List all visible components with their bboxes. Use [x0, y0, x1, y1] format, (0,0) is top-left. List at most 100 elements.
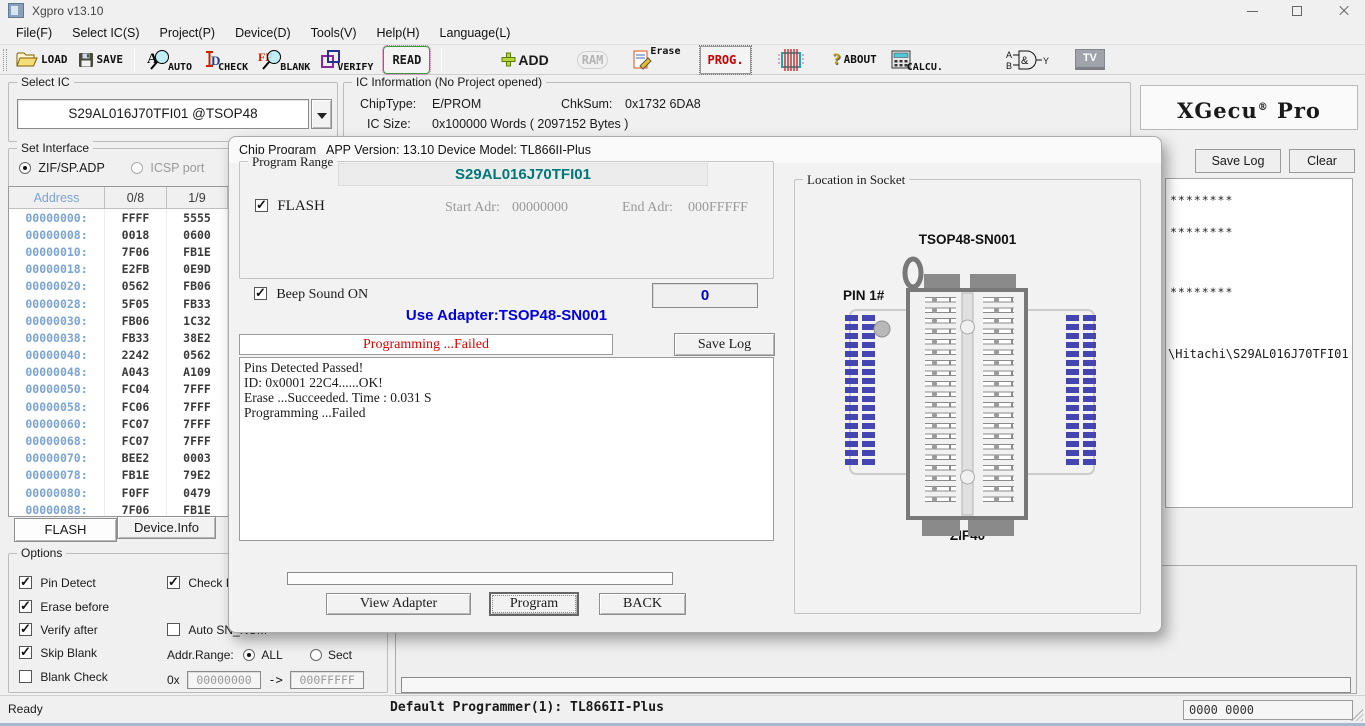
check-id-checkbox[interactable]: Check I: [167, 576, 229, 590]
floppy-icon: [78, 52, 94, 68]
zif-radio[interactable]: ZIF/SP.ADP: [19, 161, 105, 175]
table-header: Address 0/8 1/9: [9, 187, 228, 209]
range-row: 0x 00000000 -> 000FFFFF: [167, 671, 364, 689]
ic-info-legend: IC Information (No Project opened): [352, 75, 546, 89]
logo-brand: XGecu: [1177, 98, 1258, 123]
dialog-subtitle: APP Version: 13.10 Device Model: TL866II…: [326, 143, 591, 157]
tab-device-info[interactable]: Device.Info: [117, 516, 216, 539]
check-id-label: Check I: [188, 576, 229, 590]
blank-button[interactable]: FF BLANK: [258, 46, 310, 74]
erase-button[interactable]: Erase: [632, 46, 680, 74]
program-button[interactable]: Program: [489, 592, 579, 616]
dialog-log-box[interactable]: Pins Detected Passed! ID: 0x0001 22C4...…: [239, 357, 774, 541]
table-row: 00000078:FB1E79E2: [9, 467, 228, 484]
verify-label: VERIFY: [337, 62, 373, 73]
prog-button[interactable]: PROG.: [700, 46, 750, 74]
ic-select-combobox[interactable]: S29AL016J70TFI01 @TSOP48: [17, 99, 309, 129]
table-row: 00000008:00180600: [9, 226, 228, 243]
menu-tools[interactable]: Tools(V): [301, 23, 367, 43]
about-button[interactable]: ? ABOUT: [833, 46, 877, 74]
table-row: 00000050:FC047FFF: [9, 381, 228, 398]
blank-check-checkbox[interactable]: Blank Check: [19, 670, 108, 684]
check-button[interactable]: D CHECK: [202, 46, 248, 74]
menu-file[interactable]: File(F): [6, 23, 62, 43]
radio-icon: [131, 162, 143, 174]
flash-checkbox[interactable]: FLASH: [255, 198, 325, 215]
menu-language[interactable]: Language(L): [430, 23, 521, 43]
status-ready: Ready: [8, 702, 43, 716]
chip-name-banner: S29AL016J70TFI01: [338, 163, 708, 186]
status-bar: Ready Default Programmer(1): TL866II-Plu…: [0, 695, 1365, 723]
menu-device[interactable]: Device(D): [225, 23, 301, 43]
toolbar: LOAD SAVE A AUTO D CHECK FF BLANK VERIFY…: [0, 44, 1365, 75]
verify-button[interactable]: VERIFY: [320, 46, 373, 74]
menu-help[interactable]: Help(H): [366, 23, 429, 43]
checkbox-icon: [19, 576, 32, 589]
read-button[interactable]: READ: [383, 46, 430, 74]
maximize-button[interactable]: [1275, 0, 1319, 22]
logic-gate-icon: A B & Y: [1005, 48, 1051, 72]
read-label: READ: [392, 53, 421, 67]
pin-detect-checkbox[interactable]: Pin Detect: [19, 576, 96, 590]
ram-button[interactable]: RAM: [577, 46, 609, 74]
main-log-panel[interactable]: ******** ******** ******** \Hitachi\S29A…: [1165, 178, 1353, 508]
col-1-9[interactable]: 1/9: [167, 187, 228, 208]
status-programmer: Default Programmer(1): TL866II-Plus: [390, 700, 664, 715]
add-button[interactable]: ADD: [501, 46, 548, 74]
table-row: 00000060:FC077FFF: [9, 415, 228, 432]
chip-test-button[interactable]: [777, 46, 805, 74]
blank-check-label: Blank Check: [40, 670, 107, 684]
load-button[interactable]: LOAD: [16, 46, 68, 74]
log-line: ********: [1170, 225, 1233, 239]
beep-checkbox[interactable]: Beep Sound ON: [254, 287, 368, 303]
tab-flash[interactable]: FLASH: [14, 518, 117, 542]
range-end-input[interactable]: 000FFFFF: [290, 671, 364, 689]
status-counter: 0000 0000: [1183, 700, 1353, 720]
close-button[interactable]: [1321, 0, 1365, 22]
col-address[interactable]: Address: [9, 187, 105, 208]
resize-grip[interactable]: [1351, 709, 1363, 721]
dialog-title-bar[interactable]: Chip Program APP Version: 13.10 Device M…: [229, 137, 1161, 163]
ic-dropdown-button[interactable]: [311, 99, 332, 129]
logo-suffix: Pro: [1277, 98, 1321, 123]
svg-text:B: B: [1006, 61, 1012, 71]
col-0-8[interactable]: 0/8: [105, 187, 167, 208]
minimize-button[interactable]: [1230, 0, 1274, 22]
menu-select-ic[interactable]: Select IC(S): [62, 23, 149, 43]
radio-icon: [310, 649, 322, 661]
save-log-button[interactable]: Save Log: [1195, 149, 1281, 173]
logic-gate-button[interactable]: A B & Y: [1005, 46, 1051, 74]
tv-button[interactable]: TV: [1075, 49, 1105, 70]
dialog-save-log-button[interactable]: Save Log: [674, 333, 775, 356]
select-ic-legend: Select IC: [17, 75, 74, 89]
addr-range-all-radio[interactable]: ALL: [243, 648, 282, 662]
program-range-legend: Program Range: [248, 154, 337, 170]
range-start-input[interactable]: 00000000: [187, 671, 261, 689]
erase-before-checkbox[interactable]: Erase before: [19, 600, 109, 614]
view-adapter-button[interactable]: View Adapter: [326, 593, 471, 615]
back-button[interactable]: BACK: [599, 593, 686, 615]
menu-project[interactable]: Project(P): [150, 23, 226, 43]
skip-blank-checkbox[interactable]: Skip Blank: [19, 646, 97, 660]
pin-detect-label: Pin Detect: [40, 576, 95, 590]
clear-button[interactable]: Clear: [1289, 149, 1355, 173]
auto-button[interactable]: A AUTO: [146, 46, 192, 74]
log-line: ********: [1170, 285, 1233, 299]
socket-graphic: [795, 180, 1140, 613]
toolbar-separator: [441, 48, 442, 72]
save-button[interactable]: SAVE: [78, 46, 124, 74]
set-interface-legend: Set Interface: [17, 141, 93, 155]
tv-label: TV: [1076, 49, 1104, 68]
options-legend: Options: [17, 546, 66, 560]
icsp-radio[interactable]: ICSP port: [131, 161, 204, 175]
table-row: 00000028:5F05FB33: [9, 295, 228, 312]
verify-after-checkbox[interactable]: Verify after: [19, 623, 98, 637]
checkbox-icon: [19, 600, 32, 613]
calcu-button[interactable]: CALCU.: [891, 46, 943, 74]
sect-label: Sect: [328, 648, 352, 662]
memory-buffer-table[interactable]: Address 0/8 1/9 00000000:FFFF5555 000000…: [8, 186, 229, 517]
addr-range-sect-radio[interactable]: Sect: [310, 648, 352, 662]
toolbar-grip[interactable]: [3, 49, 7, 71]
log-line: ********: [1170, 193, 1233, 207]
add-label: ADD: [518, 52, 548, 68]
